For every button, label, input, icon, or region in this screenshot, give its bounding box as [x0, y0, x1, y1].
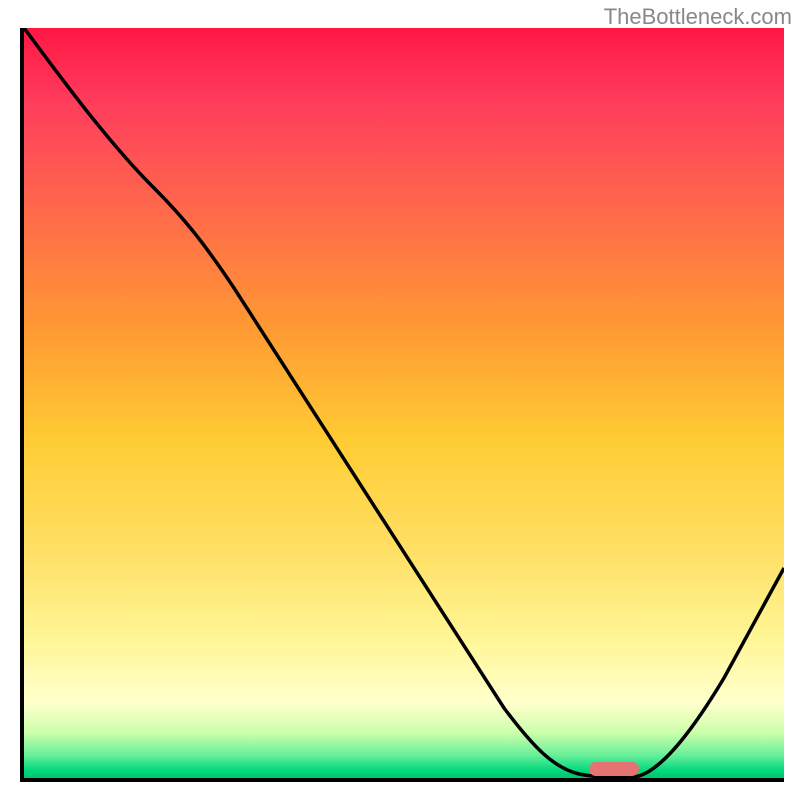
watermark-text: TheBottleneck.com	[604, 4, 792, 30]
curve-svg	[24, 28, 784, 778]
bottleneck-chart: TheBottleneck.com	[0, 0, 800, 800]
plot-area	[20, 28, 784, 782]
bottleneck-curve-path	[24, 28, 784, 777]
optimal-marker	[589, 762, 639, 776]
